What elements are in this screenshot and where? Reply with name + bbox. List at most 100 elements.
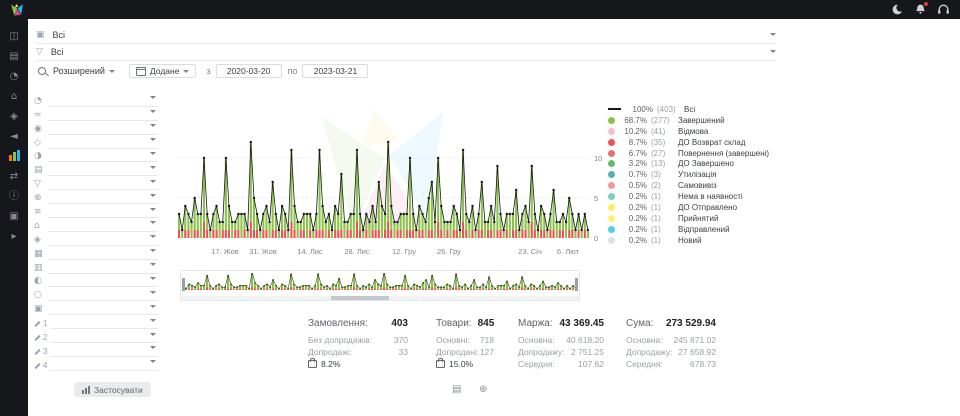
- filter-select[interactable]: [48, 106, 158, 121]
- filter-select[interactable]: [48, 147, 158, 162]
- legend-percent: 0.2%: [620, 236, 647, 245]
- stat-sublabel: Допродажу:: [626, 347, 673, 357]
- legend-count: (1): [651, 214, 678, 223]
- info-icon[interactable]: ⓘ: [5, 190, 23, 203]
- custom-field-number: 1: [43, 319, 48, 328]
- filter-select[interactable]: [48, 161, 158, 176]
- orders-chart[interactable]: [178, 100, 590, 245]
- legend-count: (1): [651, 192, 678, 201]
- apps-icon[interactable]: ▣: [5, 210, 23, 223]
- home-icon[interactable]: ⌂: [5, 90, 23, 103]
- legend-count: (1): [651, 203, 678, 212]
- filter-select[interactable]: [48, 231, 158, 246]
- stat-subrow: Допродані:127: [436, 346, 494, 358]
- filter-select[interactable]: [48, 245, 158, 260]
- circle-icon: ○: [34, 290, 48, 301]
- chart-brush[interactable]: [180, 270, 580, 301]
- filter-bar-3: Розширений Додане з 2020-03-20 по 2023-0…: [38, 62, 368, 80]
- legend-count: (2): [651, 181, 678, 190]
- stat-badge-row: 8.2%: [308, 358, 408, 370]
- chevron-down-icon: [150, 138, 156, 141]
- search-icon[interactable]: [38, 67, 46, 75]
- filter-select[interactable]: [48, 259, 158, 274]
- rows-icon: ▥: [34, 263, 48, 274]
- legend-item[interactable]: 6.7%(27)Повернення (завершені): [608, 148, 769, 159]
- legend-item[interactable]: 3.2%(13)ДО Завершено: [608, 158, 769, 169]
- date-to-input[interactable]: 2023-03-21: [302, 64, 368, 78]
- custom-field-select[interactable]: [50, 328, 158, 343]
- legend-percent: 0.2%: [620, 192, 647, 201]
- filter-select[interactable]: [48, 92, 158, 107]
- analytics-icon[interactable]: [5, 150, 23, 163]
- legend-item[interactable]: 10.2%(41)Відмова: [608, 126, 769, 137]
- legend-label: Відправлений: [678, 225, 730, 234]
- marketing-icon[interactable]: ◄: [5, 130, 23, 143]
- legend-percent: 3.2%: [620, 159, 647, 168]
- clients-icon[interactable]: ◔: [5, 70, 23, 83]
- orders-icon[interactable]: ▤: [5, 50, 23, 63]
- legend-item[interactable]: 0.2%(1)Прийнятий: [608, 213, 769, 224]
- legend-item[interactable]: 0.2%(1)Відправлений: [608, 224, 769, 235]
- filter-select[interactable]: [48, 272, 158, 287]
- legend-dot-icon: [608, 139, 615, 146]
- date-field-value: Додане: [150, 66, 180, 76]
- legend-label: Нема в наявності: [678, 192, 743, 201]
- chevron-down-icon: [150, 333, 156, 336]
- table-view-icon[interactable]: ▤: [452, 384, 461, 395]
- moon-icon[interactable]: [891, 3, 904, 16]
- brush-handle-left[interactable]: [182, 278, 185, 291]
- legend-item[interactable]: 0.2%(1)ДО Отправлено: [608, 202, 769, 213]
- filter-2-value: Всі: [51, 47, 64, 57]
- legend-dot-icon: [608, 237, 615, 244]
- filter-select[interactable]: [48, 300, 158, 315]
- brush-handle-right[interactable]: [575, 278, 578, 291]
- date-from-input[interactable]: 2020-03-20: [216, 64, 282, 78]
- globe-icon: ⊕: [34, 193, 48, 204]
- custom-field-number: 3: [43, 347, 48, 356]
- date-field-select[interactable]: Додане: [129, 64, 197, 78]
- filter-bar-1[interactable]: ▣ Всі: [36, 26, 776, 44]
- legend-label: Всі: [684, 105, 695, 114]
- chevron-down-icon: [150, 96, 156, 99]
- phone-icon: ◑: [34, 151, 48, 162]
- filter-select[interactable]: [48, 120, 158, 135]
- brush-scroll-thumb[interactable]: [331, 296, 389, 300]
- notifications-icon[interactable]: [914, 3, 927, 16]
- filter-select[interactable]: [48, 134, 158, 149]
- integrations-icon[interactable]: ⇄: [5, 170, 23, 183]
- filter-bar-2[interactable]: ▽ Всі: [36, 43, 776, 61]
- filter-select[interactable]: [48, 189, 158, 204]
- custom-field-select[interactable]: [50, 342, 158, 357]
- pencil-icon: [34, 349, 40, 355]
- legend-item[interactable]: 0.2%(1)Новий: [608, 235, 769, 246]
- legend-item[interactable]: 0.5%(2)Самовивіз: [608, 180, 769, 191]
- users-icon: ◉: [34, 124, 48, 135]
- tags-icon[interactable]: ◈: [5, 110, 23, 123]
- custom-field-select[interactable]: [50, 314, 158, 329]
- video-icon[interactable]: ▸: [5, 230, 23, 243]
- legend-item[interactable]: 0.7%(3)Утилізація: [608, 169, 769, 180]
- apply-button[interactable]: Застосувати: [74, 382, 151, 397]
- legend-item[interactable]: 0.2% (1)Нема в наявності: [608, 191, 769, 202]
- calendar-icon: [136, 67, 146, 76]
- diamond-icon: ◇: [34, 138, 48, 149]
- filter-select[interactable]: [48, 203, 158, 218]
- dashboard-icon[interactable]: ◫: [5, 30, 23, 43]
- brush-scroll-track[interactable]: [181, 296, 579, 300]
- brand-logo[interactable]: [10, 3, 24, 17]
- filter-select[interactable]: [48, 217, 158, 232]
- legend-item[interactable]: 68.7%(277)Завершений: [608, 115, 769, 126]
- legend-item[interactable]: 8.7%(35)ДО Возврат склад: [608, 137, 769, 148]
- globe-icon[interactable]: ⊕: [479, 384, 487, 395]
- filter-select[interactable]: [48, 286, 158, 301]
- stat-badge-row: 15.0%: [436, 358, 494, 370]
- legend-item[interactable]: 100%(403)Всі: [608, 104, 769, 115]
- home-icon: ⌂: [34, 221, 48, 232]
- custom-field-select[interactable]: [50, 356, 158, 371]
- search-mode-select[interactable]: Розширений: [53, 66, 115, 76]
- legend-label: Завершений: [678, 116, 725, 125]
- chevron-down-icon: [150, 235, 156, 238]
- support-icon[interactable]: [937, 3, 950, 16]
- stat-subvalue: 718: [480, 335, 494, 345]
- filter-select[interactable]: [48, 175, 158, 190]
